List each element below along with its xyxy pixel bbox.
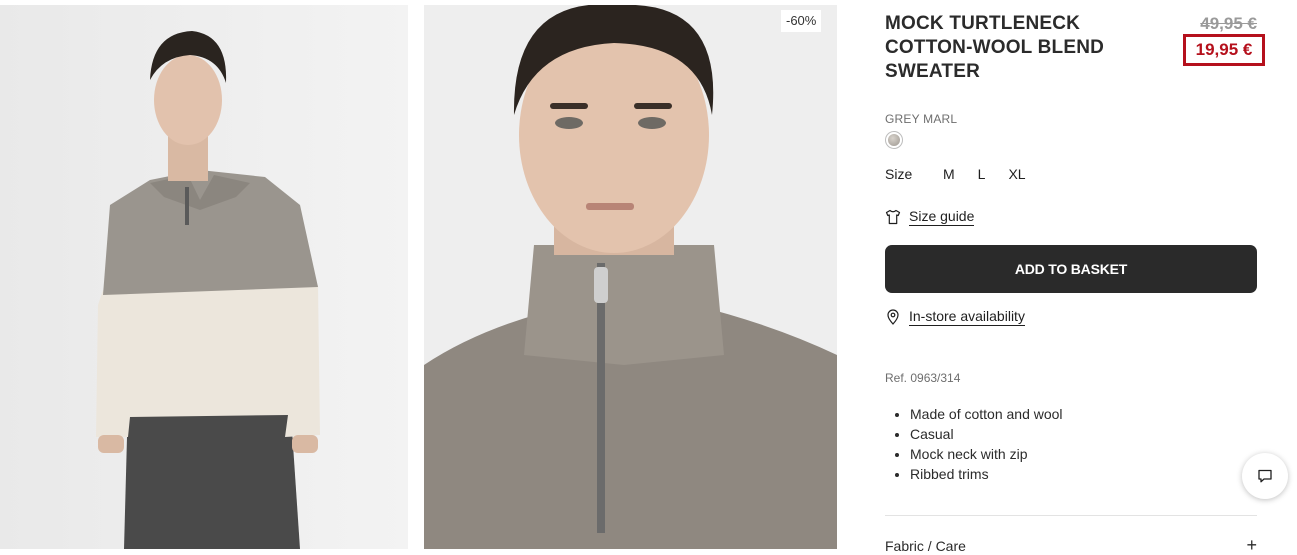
product-image-closeup[interactable] — [424, 5, 837, 549]
model-closeup-illustration — [424, 5, 837, 549]
feature-item: Made of cotton and wool — [910, 404, 1063, 424]
feature-item: Ribbed trims — [910, 464, 1063, 484]
section-divider — [885, 515, 1257, 516]
chat-bubble-icon — [1258, 469, 1272, 483]
in-store-availability-link[interactable]: In-store availability — [885, 308, 1025, 326]
discount-badge: -60% — [781, 10, 822, 32]
add-to-basket-button[interactable]: ADD TO BASKET — [885, 245, 1257, 293]
size-selector: Size M L XL — [885, 166, 1049, 182]
feature-list: Made of cotton and wool Casual Mock neck… — [893, 404, 1063, 484]
size-option-m[interactable]: M — [943, 166, 955, 182]
size-guide-label: Size guide — [909, 208, 975, 226]
color-swatch-grey-marl[interactable] — [885, 131, 903, 149]
sale-price-highlight: 19,95 € — [1183, 34, 1265, 66]
size-guide-link[interactable]: Size guide — [885, 208, 975, 226]
fabric-care-accordion[interactable]: Fabric / Care + — [885, 535, 1257, 555]
size-option-l[interactable]: L — [978, 166, 986, 182]
sale-price: 19,95 € — [1195, 40, 1253, 59]
size-option-xl[interactable]: XL — [1008, 166, 1025, 182]
product-reference: Ref. 0963/314 — [885, 371, 961, 385]
chat-button[interactable] — [1242, 453, 1288, 499]
accordion-label: Fabric / Care — [885, 538, 966, 554]
product-title: MOCK TURTLENECK COTTON-WOOL BLEND SWEATE… — [885, 13, 1105, 82]
original-price: 49,95 € — [1200, 14, 1257, 33]
t-shirt-icon — [885, 209, 901, 225]
size-label: Size — [885, 166, 913, 182]
model-front-illustration — [0, 5, 408, 549]
product-image-front[interactable] — [0, 5, 408, 549]
feature-item: Mock neck with zip — [910, 444, 1063, 464]
color-name: GREY MARL — [885, 112, 958, 126]
feature-item: Casual — [910, 424, 1063, 444]
plus-icon: + — [1246, 535, 1257, 555]
in-store-availability-label: In-store availability — [909, 308, 1025, 326]
location-pin-icon — [887, 309, 899, 325]
color-swatch-fill — [888, 134, 900, 146]
